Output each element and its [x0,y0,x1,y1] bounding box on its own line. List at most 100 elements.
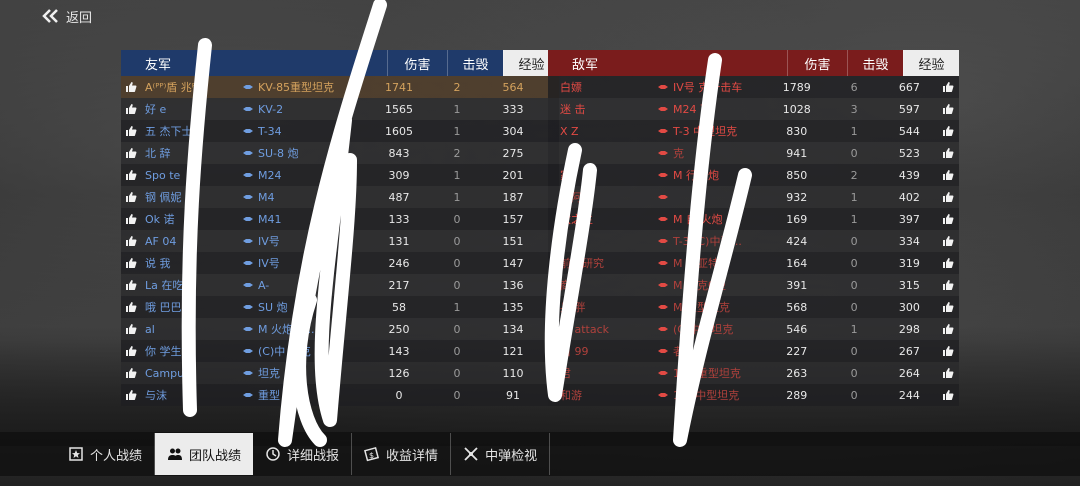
enemy-player-row[interactable]: 白 99 者 227 0 267 [548,340,959,362]
tab-label: 中弹检视 [485,448,538,464]
player-name: 钢 佩妮 [145,191,182,204]
ally-player-row[interactable]: Campus 坦克 126 0 110 [121,362,559,384]
ally-player-row[interactable]: al M 火炮 载... 250 0 134 [121,318,559,340]
tab-hit-inspect[interactable]: 中弹检视 [451,433,551,475]
tank-name: 克 [673,147,684,160]
thumbs-up-icon[interactable] [937,142,959,164]
ally-player-row[interactable]: 与沫 重型 0 0 91 [121,384,559,406]
thumbs-up-icon[interactable] [121,384,141,406]
thumbs-up-icon[interactable] [937,120,959,142]
enemy-player-row[interactable]: 克 941 0 523 [548,142,959,164]
ally-player-row[interactable]: Ok 诺 M41 133 0 157 [121,208,559,230]
damage-value: 850 [786,168,808,182]
team-icon [167,446,183,462]
enemy-player-row[interactable]: T-3 (C)中型... 424 0 334 [548,230,959,252]
ally-player-row[interactable]: La 在吃饭 A- 217 0 136 [121,274,559,296]
thumbs-up-icon[interactable] [937,164,959,186]
kills-value: 0 [453,256,461,270]
tank-class-icon [241,392,255,398]
thumbs-up-icon[interactable] [121,296,141,318]
exp-value: 151 [502,234,524,248]
thumbs-up-icon[interactable] [121,318,141,340]
exp-value: 304 [502,124,524,138]
thumbs-up-icon[interactable] [121,208,141,230]
exp-value: 147 [502,256,524,270]
exp-value: 544 [898,124,920,138]
damage-value: 58 [392,300,406,314]
enemy-col-damage[interactable]: 伤害 [787,50,847,76]
tank-name: (C)中 坦克 [258,345,311,358]
ally-player-row[interactable]: A⁽ᴾᴾ⁾盾 兆ᴾᴾA KV-85重型坦克 1741 2 564 [121,76,559,98]
exp-value: 319 [898,256,920,270]
tank-class-icon [241,172,255,178]
thumbs-up-icon[interactable] [937,296,959,318]
tab-team[interactable]: 团队战绩 [155,433,254,475]
tank-name: T-3 中型坦克 [673,125,738,138]
ally-player-row[interactable]: 五 杰下士 T-34 1605 1 304 [121,120,559,142]
thumbs-up-icon[interactable] [121,186,141,208]
thumbs-up-icon[interactable] [937,98,959,120]
tab-report[interactable]: 详细战报 [253,433,353,475]
damage-value: 169 [786,212,808,226]
exp-value: 157 [502,212,524,226]
tank-name: 者 [673,345,684,358]
damage-value: 263 [786,366,808,380]
ally-player-row[interactable]: Spo te M24 309 1 201 [121,164,559,186]
thumbs-up-icon[interactable] [937,230,959,252]
thumbs-up-icon[interactable] [121,98,141,120]
enemy-player-row[interactable]: 迷 击 M24 飞 1028 3 597 [548,98,959,120]
thumbs-up-icon[interactable] [937,252,959,274]
tank-name: IV号 [258,235,280,248]
thumbs-up-icon[interactable] [121,362,141,384]
ally-player-row[interactable]: 北 辞 SU-8 炮 843 2 275 [121,142,559,164]
thumbs-up-icon[interactable] [121,274,141,296]
enemy-player-row[interactable]: 前来研究 M 凯亚特 164 0 319 [548,252,959,274]
thumbs-up-icon[interactable] [937,208,959,230]
thumbs-up-icon[interactable] [121,76,141,98]
tank-class-icon [241,194,255,200]
ally-player-row[interactable]: 你 学生 (C)中 坦克 143 0 121 [121,340,559,362]
enemy-player-row[interactable]: X Z T-3 中型坦克 830 1 544 [548,120,959,142]
thumbs-up-icon[interactable] [121,164,141,186]
exp-value: 110 [502,366,524,380]
tank-name: IV号 克歼击车 [673,81,743,94]
ally-player-row[interactable]: 钢 佩妮 M4 487 1 187 [121,186,559,208]
enemy-col-kills[interactable]: 击毁 [847,50,903,76]
thumbs-up-icon[interactable] [121,340,141,362]
enemy-player-row[interactable]: 和游 1(T)中型坦克 289 0 244 [548,384,959,406]
damage-value: 941 [786,146,808,160]
enemy-player-row[interactable]: 兵 胖 M 重型坦克 568 0 300 [548,296,959,318]
ally-col-damage[interactable]: 伤害 [387,50,447,76]
player-name: 你 学生 [145,345,182,358]
thumbs-up-icon[interactable] [937,318,959,340]
thumbs-up-icon[interactable] [121,252,141,274]
thumbs-up-icon[interactable] [937,362,959,384]
thumbs-up-icon[interactable] [937,384,959,406]
tab-money[interactable]: $ 收益详情 [352,433,452,475]
thumbs-up-icon[interactable] [121,230,141,252]
enemy-player-row[interactable]: 放 attack (C)中型坦克 546 1 298 [548,318,959,340]
ally-player-row[interactable]: 哦 巴巴 SU 炮 58 1 135 [121,296,559,318]
enemy-player-row[interactable]: 教之主 M 自 火炮 169 1 397 [548,208,959,230]
enemy-player-row[interactable]: 白嫖 IV号 克歼击车 1789 6 667 [548,76,959,98]
enemy-player-row[interactable]: 爵阿伟 932 1 402 [548,186,959,208]
thumbs-up-icon[interactable] [937,186,959,208]
damage-value: 0 [395,388,403,402]
ally-player-row[interactable]: 好 e KV-2 1565 1 333 [121,98,559,120]
tank-name: M 重型坦克 [673,301,730,314]
thumbs-up-icon[interactable] [937,340,959,362]
ally-player-row[interactable]: AF 04 IV号 131 0 151 [121,230,559,252]
enemy-player-row[interactable]: 君 1(H)重型坦克 263 0 264 [548,362,959,384]
enemy-player-row[interactable]: 商 M 坦克0型 391 0 315 [548,274,959,296]
enemy-player-row[interactable]: 家 M 行火炮 850 2 439 [548,164,959,186]
thumbs-up-icon[interactable] [121,142,141,164]
thumbs-up-icon[interactable] [937,274,959,296]
back-button[interactable]: 返回 [40,6,92,26]
ally-player-row[interactable]: 说 我 IV号 246 0 147 [121,252,559,274]
enemy-col-exp[interactable]: 经验 [903,50,959,76]
exp-value: 264 [898,366,920,380]
ally-col-kills[interactable]: 击毁 [447,50,503,76]
thumbs-up-icon[interactable] [121,120,141,142]
thumbs-up-icon[interactable] [937,76,959,98]
tab-medal[interactable]: 个人战绩 [56,433,156,475]
